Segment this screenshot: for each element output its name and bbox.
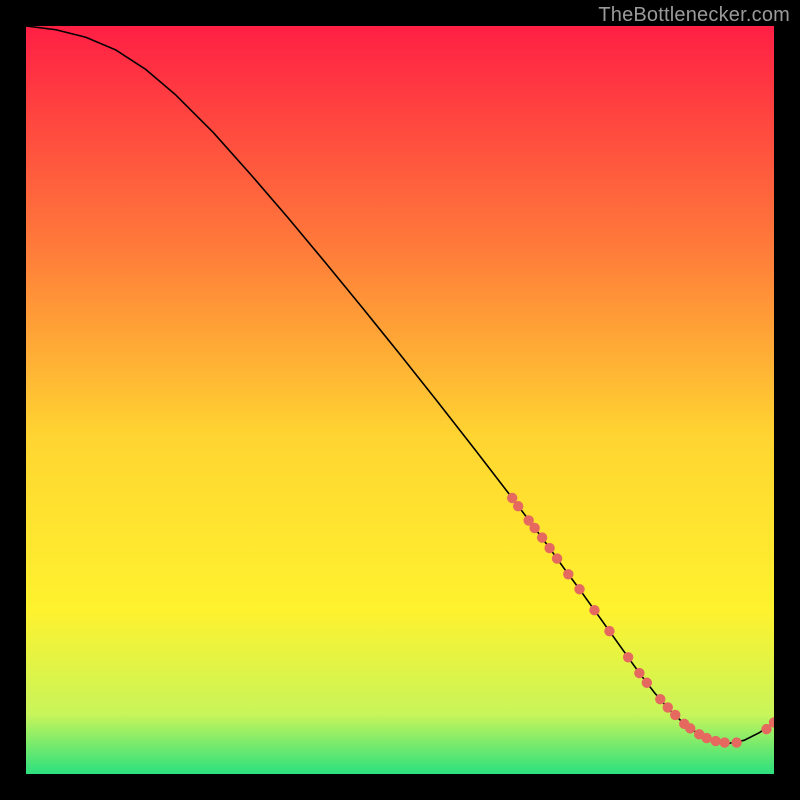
data-marker [623,652,633,662]
data-marker [685,723,695,733]
plot-area [26,26,774,774]
data-marker [634,668,644,678]
data-marker [670,710,680,720]
data-marker [710,736,720,746]
data-marker [589,605,599,615]
data-marker [663,702,673,712]
data-marker [701,733,711,743]
data-marker [552,553,562,563]
data-marker [655,694,665,704]
gradient-background [26,26,774,774]
data-marker [537,532,547,542]
data-marker [719,737,729,747]
data-marker [529,523,539,533]
plot-svg [26,26,774,774]
data-marker [544,543,554,553]
chart-stage: TheBottlenecker.com [0,0,800,800]
data-marker [574,584,584,594]
data-marker [513,501,523,511]
data-marker [604,626,614,636]
data-marker [563,569,573,579]
attribution-label: TheBottlenecker.com [598,4,790,27]
data-marker [642,678,652,688]
data-marker [731,737,741,747]
